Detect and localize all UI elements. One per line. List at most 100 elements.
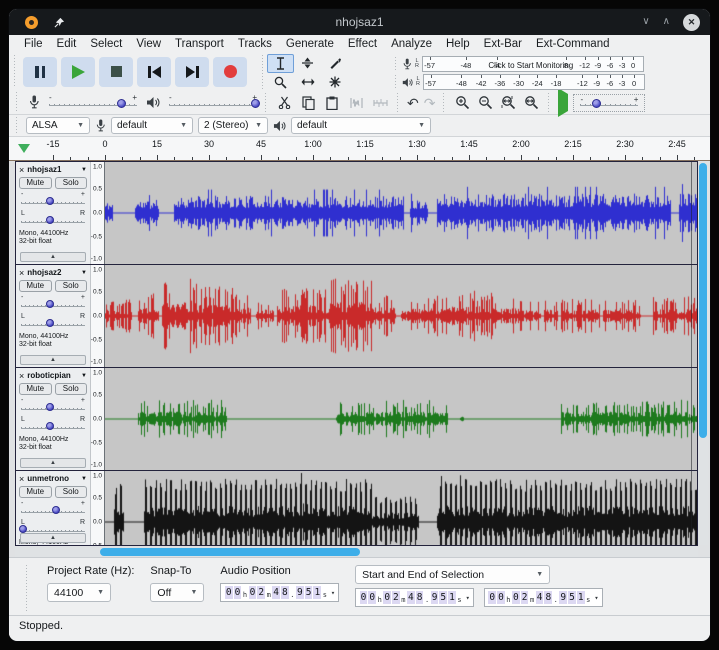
menu-file[interactable]: File: [17, 37, 50, 51]
time-format-dropdown-icon[interactable]: ▾: [594, 594, 598, 602]
time-digit[interactable]: 4: [407, 591, 415, 604]
time-digit[interactable]: 2: [257, 586, 265, 599]
track-collapse-button[interactable]: ▲: [20, 252, 86, 262]
time-digit[interactable]: 2: [521, 591, 529, 604]
menu-ext-bar[interactable]: Ext-Bar: [477, 37, 529, 51]
solo-button[interactable]: Solo: [55, 383, 88, 395]
playback-volume-knob[interactable]: [251, 99, 260, 108]
time-digit[interactable]: 0: [368, 591, 376, 604]
mute-button[interactable]: Mute: [19, 486, 52, 498]
stop-button[interactable]: [99, 57, 133, 87]
audio-position-field[interactable]: 00h02m48.951s▾: [220, 583, 339, 602]
time-digit[interactable]: 4: [536, 591, 544, 604]
close-button[interactable]: ✕: [683, 14, 700, 31]
time-digit[interactable]: 9: [431, 591, 439, 604]
track-menu-dropdown-icon[interactable]: ▼: [81, 270, 87, 276]
solo-button[interactable]: Solo: [55, 280, 88, 292]
time-digit[interactable]: 9: [559, 591, 567, 604]
time-digit[interactable]: 0: [249, 586, 257, 599]
pause-button[interactable]: [23, 57, 57, 87]
skip-to-start-button[interactable]: [137, 57, 171, 87]
mute-button[interactable]: Mute: [19, 177, 52, 189]
track-close-button[interactable]: ×: [19, 166, 24, 174]
selection-start-field[interactable]: 00h02m48.951s▾: [355, 588, 474, 607]
track-close-button[interactable]: ×: [19, 475, 24, 483]
time-digit[interactable]: 9: [296, 586, 304, 599]
track-collapse-button[interactable]: ▲: [20, 458, 86, 468]
playback-volume-slider[interactable]: - +: [167, 94, 259, 110]
track-menu-dropdown-icon[interactable]: ▼: [81, 476, 87, 482]
time-digit[interactable]: 0: [383, 591, 391, 604]
recording-channels-dropdown[interactable]: 2 (Stereo)▼: [198, 117, 268, 134]
waveform-area[interactable]: [105, 162, 697, 264]
waveform-canvas[interactable]: [105, 368, 697, 470]
menu-effect[interactable]: Effect: [341, 37, 384, 51]
menu-edit[interactable]: Edit: [50, 37, 84, 51]
paste-button[interactable]: [322, 94, 342, 112]
zoom-out-button[interactable]: [476, 94, 494, 112]
time-digit[interactable]: 1: [313, 586, 321, 599]
toolbar-grip[interactable]: [546, 93, 552, 112]
vertical-scrollbar-thumb[interactable]: [699, 163, 707, 438]
vertical-scrollbar[interactable]: [698, 163, 708, 545]
pan-knob[interactable]: [19, 525, 27, 533]
zoom-tool-button[interactable]: [267, 73, 294, 92]
skip-to-end-button[interactable]: [175, 57, 209, 87]
time-digit[interactable]: 5: [439, 591, 447, 604]
menu-analyze[interactable]: Analyze: [384, 37, 439, 51]
pinned-play-head-button[interactable]: [16, 140, 32, 156]
gain-slider[interactable]: - +: [21, 397, 85, 414]
snap-to-dropdown[interactable]: Off▼: [150, 583, 204, 602]
toolbar-grip[interactable]: [263, 93, 269, 112]
track-name[interactable]: roboticpian: [27, 371, 71, 380]
zoom-in-button[interactable]: [453, 94, 471, 112]
record-button[interactable]: [213, 57, 247, 87]
recording-volume-knob[interactable]: [117, 99, 126, 108]
play-at-speed-button[interactable]: [558, 94, 568, 112]
toolbar-grip[interactable]: [395, 93, 401, 112]
menu-transport[interactable]: Transport: [168, 37, 231, 51]
recording-meter[interactable]: -57-48-48-12-9-6-30Click to Start Monito…: [422, 56, 644, 72]
recording-device-dropdown[interactable]: default▼: [111, 117, 193, 134]
play-speed-slider[interactable]: - +: [578, 96, 640, 110]
waveform-canvas[interactable]: [105, 265, 697, 367]
cut-button[interactable]: [274, 94, 294, 112]
time-digit[interactable]: 5: [568, 591, 576, 604]
project-rate-dropdown[interactable]: 44100▼: [47, 583, 111, 602]
redo-button[interactable]: ↷: [424, 96, 436, 110]
mute-button[interactable]: Mute: [19, 280, 52, 292]
vertical-scale-ruler[interactable]: 1.00.50.0-0.5-1.0: [90, 265, 105, 367]
multi-tool-button[interactable]: [321, 73, 348, 92]
menu-ext-command[interactable]: Ext-Command: [529, 37, 617, 51]
copy-button[interactable]: [298, 94, 318, 112]
time-format-dropdown-icon[interactable]: ▾: [466, 594, 470, 602]
maximize-button[interactable]: ∧: [663, 17, 670, 27]
waveform-area[interactable]: [105, 368, 697, 470]
pan-slider[interactable]: L R: [21, 416, 85, 433]
toolbar-grip[interactable]: [14, 92, 20, 112]
track-name[interactable]: nhojsaz1: [27, 165, 61, 174]
undo-button[interactable]: ↶: [407, 96, 419, 110]
menu-help[interactable]: Help: [439, 37, 477, 51]
draw-tool-button[interactable]: [321, 54, 348, 73]
track-close-button[interactable]: ×: [19, 269, 24, 277]
time-digit[interactable]: 0: [225, 586, 233, 599]
time-shift-tool-button[interactable]: [294, 73, 321, 92]
selection-end-field[interactable]: 00h02m48.951s▾: [484, 588, 603, 607]
waveform-canvas[interactable]: [105, 162, 697, 264]
title-bar[interactable]: nhojsaz1 ∨ ∧ ✕: [9, 9, 710, 35]
time-digit[interactable]: 1: [577, 591, 585, 604]
track-close-button[interactable]: ×: [19, 372, 24, 380]
track-collapse-button[interactable]: ▲: [20, 533, 86, 543]
timeline-ruler[interactable]: -1501530451:001:151:301:452:002:152:302:…: [9, 137, 710, 161]
time-digit[interactable]: 8: [416, 591, 424, 604]
meter-monitoring-hint[interactable]: Click to Start Monitoring: [488, 61, 573, 70]
mute-button[interactable]: Mute: [19, 383, 52, 395]
playback-meter[interactable]: -57-48-42-36-30-24-18-12-9-6-30: [423, 74, 645, 90]
solo-button[interactable]: Solo: [55, 486, 88, 498]
toolbar-grip[interactable]: [393, 75, 399, 89]
time-digit[interactable]: 1: [448, 591, 456, 604]
time-format-dropdown-icon[interactable]: ▾: [331, 589, 335, 597]
silence-audio-button[interactable]: [370, 94, 390, 112]
horizontal-scrollbar-thumb[interactable]: [100, 548, 360, 556]
